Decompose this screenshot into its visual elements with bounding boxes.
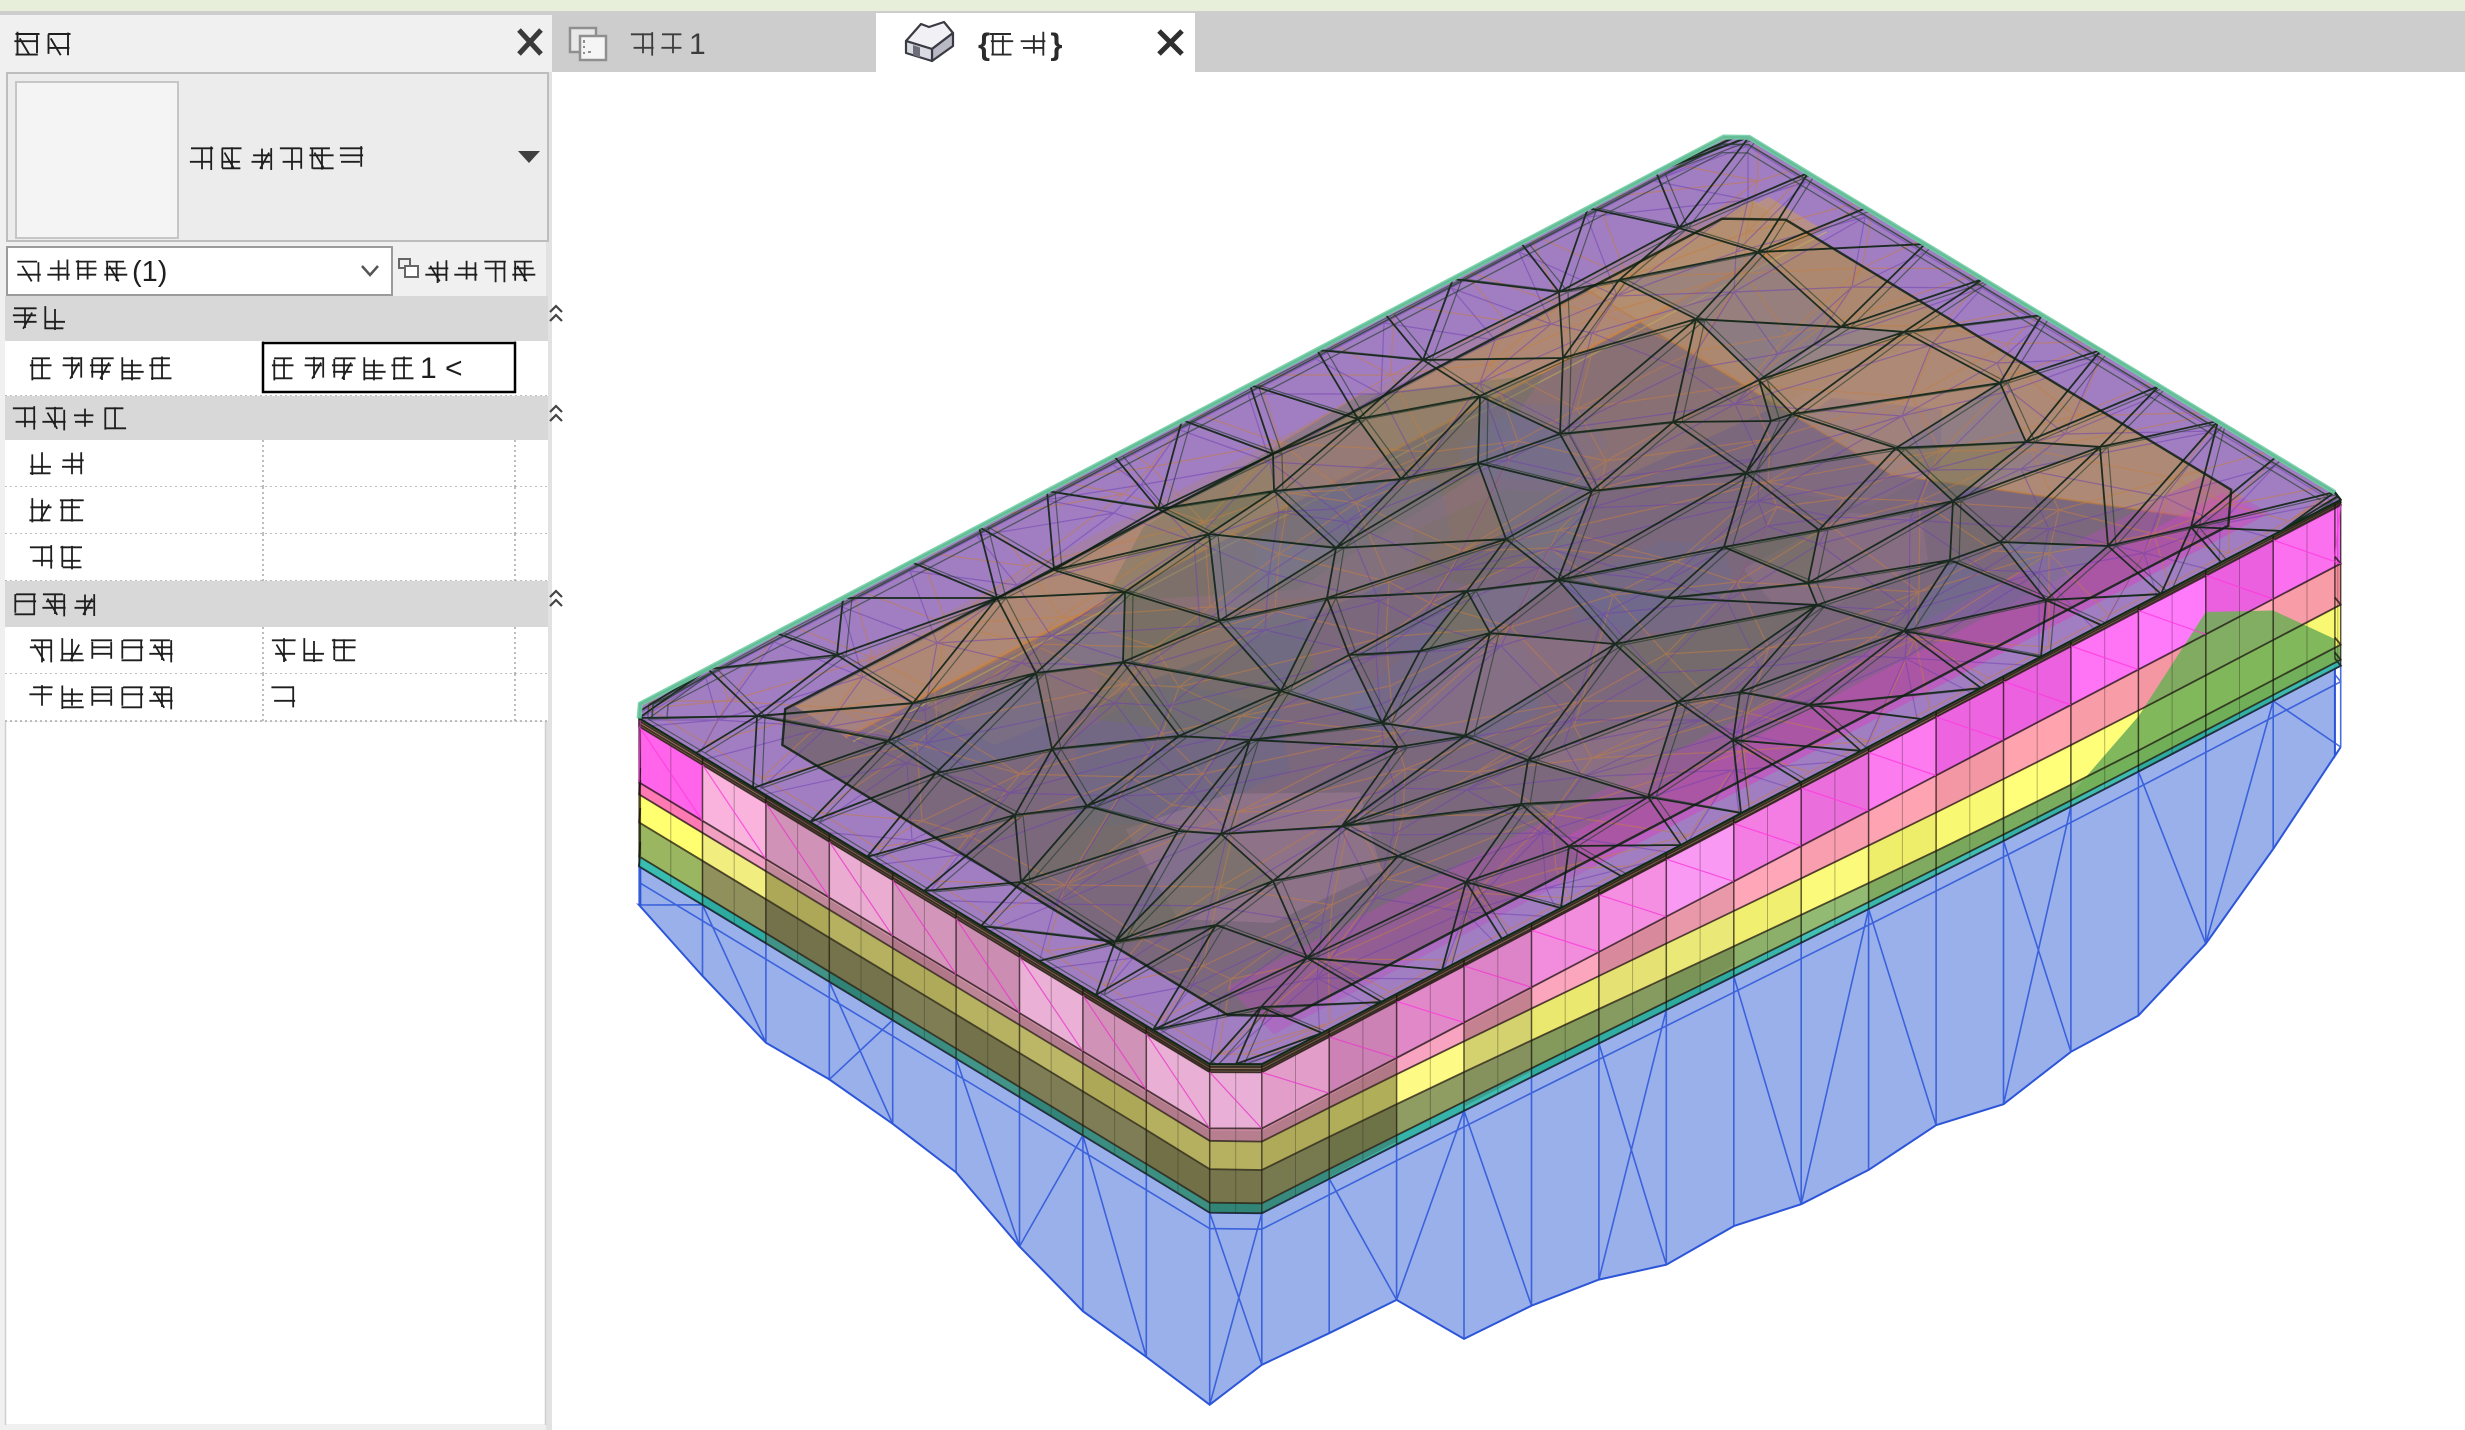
svg-text:(1): (1) bbox=[132, 256, 167, 288]
svg-text:{: { bbox=[978, 27, 990, 62]
svg-text:1: 1 bbox=[689, 28, 706, 61]
svg-text:}: } bbox=[1050, 27, 1062, 62]
svg-text:1 <: 1 < bbox=[420, 352, 463, 385]
